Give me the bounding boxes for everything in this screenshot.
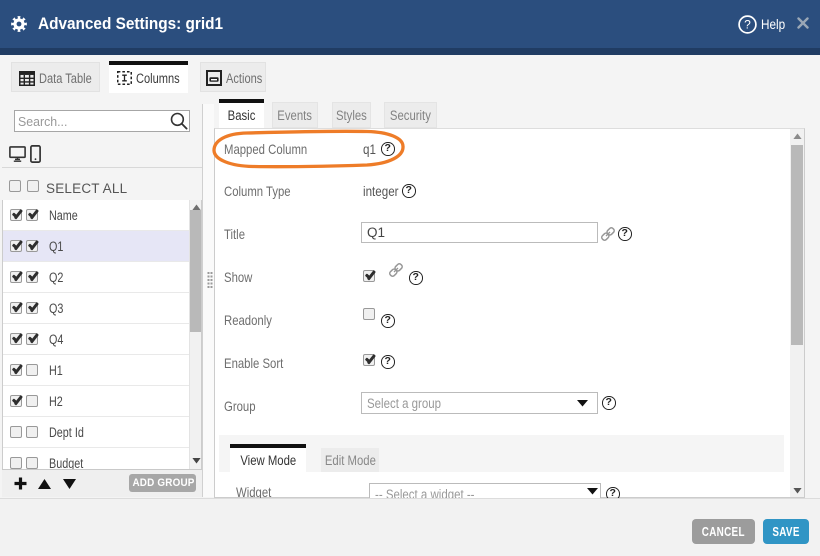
svg-text:?: ?	[744, 18, 751, 32]
